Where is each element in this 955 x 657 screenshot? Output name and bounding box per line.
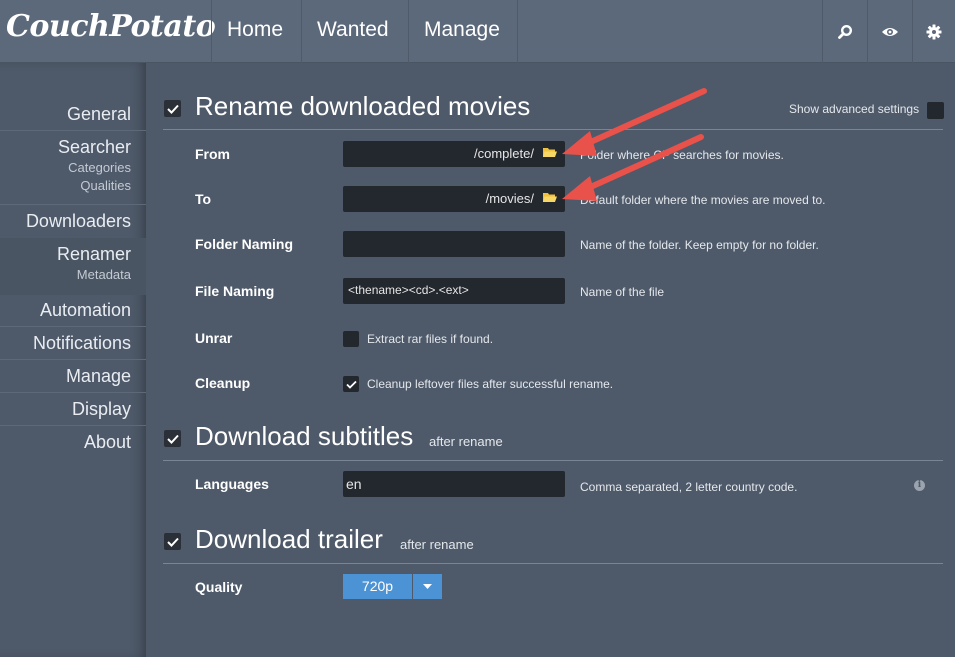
sidebar-divider [0,425,146,426]
cleanup-label: Cleanup [195,375,251,391]
eye-icon [882,27,898,36]
settings-button[interactable] [912,0,955,63]
file-naming-hint: Name of the file [580,285,665,299]
folder-naming-input[interactable] [343,231,565,257]
unrar-label: Unrar [195,330,233,346]
section-divider [163,563,943,564]
checkmark-icon [166,537,179,547]
sidebar-item-notifications[interactable]: Notifications [33,333,131,354]
advanced-settings-label: Show advanced settings [789,102,920,116]
languages-label: Languages [195,476,269,492]
languages-value: en [346,476,362,492]
section-divider [163,460,943,461]
cleanup-checkbox[interactable] [343,376,359,392]
section-divider [163,129,943,130]
subtitles-section-title: Download subtitles [195,421,414,451]
cleanup-checkbox-label: Cleanup leftover files after successful … [367,377,614,391]
eye-button[interactable] [867,0,912,63]
file-naming-label: File Naming [195,283,275,299]
from-folder-value: /complete/ [474,146,534,161]
trailer-section-title: Download trailer [195,524,383,554]
sidebar-item-about[interactable]: About [84,432,131,453]
folder-browse-icon[interactable] [543,191,557,206]
trailer-enable-checkbox[interactable] [164,533,181,550]
to-hint: Default folder where the movies are move… [580,193,826,207]
quality-label: Quality [195,579,243,595]
settings-sidebar: General Searcher Categories Qualities Do… [0,63,146,657]
rename-section-title: Rename downloaded movies [195,91,531,121]
advanced-settings-checkbox[interactable] [927,102,944,119]
nav-wanted[interactable]: Wanted [301,0,408,63]
languages-hint: Comma separated, 2 letter country code. [580,480,798,494]
sidebar-subitem-categories[interactable]: Categories [68,160,131,175]
from-folder-input[interactable]: /complete/ [343,141,565,167]
to-label: To [195,191,212,207]
search-button[interactable] [822,0,867,63]
gear-icon [926,24,942,39]
nav-manage[interactable]: Manage [408,0,518,63]
sidebar-item-general[interactable]: General [67,104,131,125]
sidebar-item-display[interactable]: Display [72,399,131,420]
file-naming-input[interactable]: <thename><cd>.<ext> [343,278,565,304]
quality-dropdown-button[interactable] [413,574,442,599]
app-logo[interactable]: CouchPotato [6,9,216,44]
folder-icon [543,148,557,157]
folder-browse-icon[interactable] [543,146,557,161]
unrar-checkbox-label: Extract rar files if found. [367,332,494,346]
caret-down-icon [423,584,432,589]
folder-naming-hint: Name of the folder. Keep empty for no fo… [580,238,819,252]
folder-icon [543,193,557,202]
sidebar-subitem-qualities[interactable]: Qualities [80,178,131,193]
subtitles-enable-checkbox[interactable] [164,430,181,447]
sidebar-item-searcher[interactable]: Searcher [58,137,131,158]
to-folder-input[interactable]: /movies/ [343,186,565,212]
from-hint: Folder where CP searches for movies. [580,148,784,162]
sidebar-divider [0,326,146,327]
folder-naming-label: Folder Naming [195,236,294,252]
file-naming-value: <thename><cd>.<ext> [348,283,469,297]
sidebar-divider [0,130,146,131]
info-icon[interactable]: i [914,480,925,491]
to-folder-value: /movies/ [485,191,534,206]
sidebar-divider [0,359,146,360]
unrar-checkbox[interactable] [343,331,359,347]
top-navbar: CouchPotato Home Wanted Manage [0,0,955,63]
from-label: From [195,146,230,162]
sidebar-item-automation[interactable]: Automation [40,300,131,321]
checkmark-icon [166,434,179,444]
checkmark-icon [166,104,179,114]
rename-enable-checkbox[interactable] [164,100,181,117]
nav-home[interactable]: Home [211,0,301,63]
sidebar-divider [0,204,146,205]
sidebar-subitem-metadata[interactable]: Metadata [77,267,131,282]
sidebar-item-manage[interactable]: Manage [66,366,131,387]
sidebar-item-renamer[interactable]: Renamer [57,244,131,265]
checkmark-icon [345,380,357,389]
quality-select[interactable]: 720p [343,574,442,599]
trailer-after-label: after rename [400,537,474,552]
languages-input[interactable]: en [343,471,565,497]
annotation-arrow-from [562,88,707,156]
sidebar-divider [0,392,146,393]
annotation-arrow-to [562,134,704,201]
search-icon [838,24,853,39]
sidebar-item-downloaders[interactable]: Downloaders [26,211,131,232]
quality-select-value[interactable]: 720p [343,574,412,599]
subtitles-after-label: after rename [429,434,503,449]
